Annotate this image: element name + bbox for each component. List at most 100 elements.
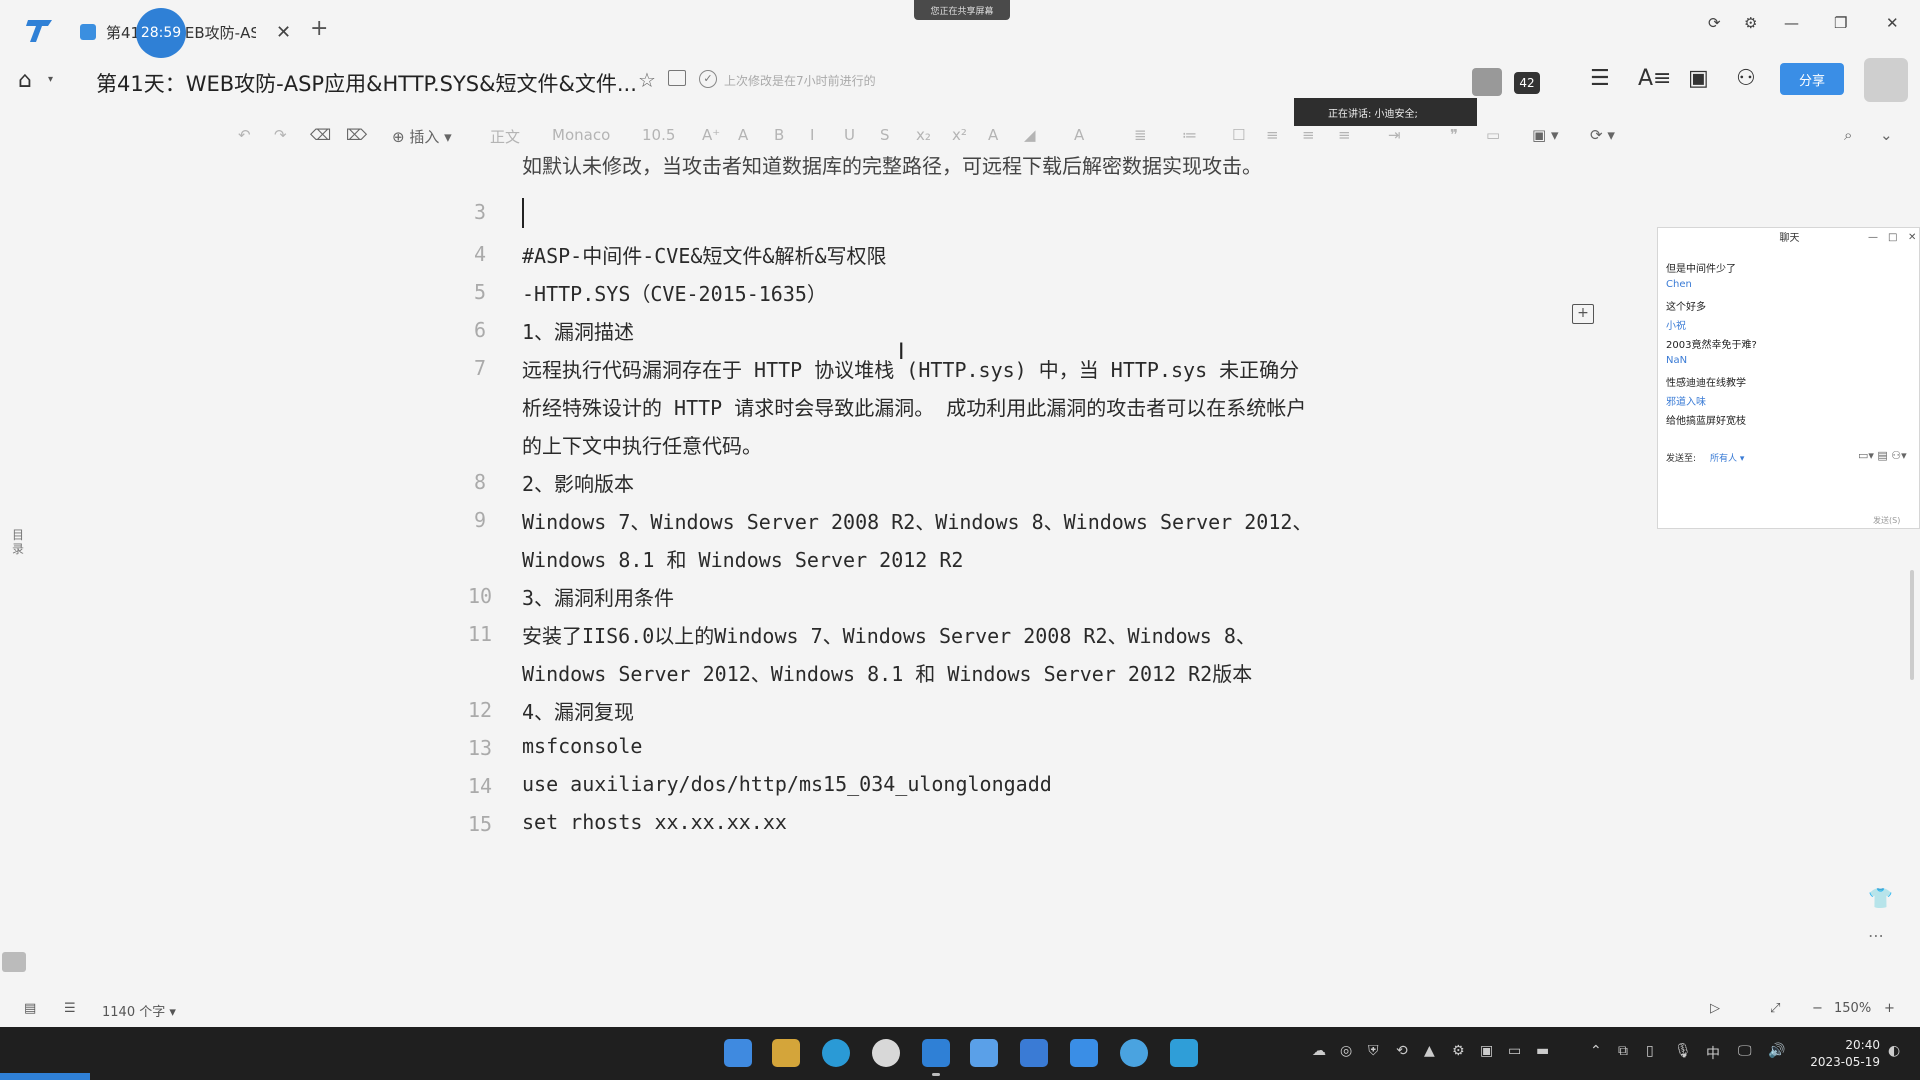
move-folder-icon[interactable]	[668, 70, 686, 86]
underline-icon[interactable]: U	[844, 126, 855, 144]
outline-icon[interactable]: ▤	[24, 1001, 36, 1016]
file-explorer-icon[interactable]	[772, 1039, 800, 1067]
share-button[interactable]: 分享	[1780, 63, 1844, 95]
page-view-icon[interactable]: ☰	[64, 1001, 76, 1016]
line-text[interactable]: set rhosts xx.xx.xx.xx	[522, 810, 787, 834]
edge-browser-icon[interactable]	[822, 1039, 850, 1067]
chat-tools-icon[interactable]: ▭▾ ▤ ⚇▾	[1858, 449, 1907, 462]
chat-minimize-button[interactable]: —	[1868, 232, 1878, 243]
tray-monitor-icon[interactable]: ▬	[1536, 1043, 1549, 1059]
strikethrough-icon[interactable]: S	[880, 126, 890, 144]
collapse-toolbar-icon[interactable]: ⌄	[1880, 126, 1893, 144]
indent-icon[interactable]: ⇥	[1388, 126, 1401, 144]
image-icon[interactable]: ▣ ▾	[1532, 126, 1558, 144]
clock-time[interactable]: 20:40	[1820, 1038, 1880, 1052]
send-to-select[interactable]: 所有人 ▾	[1710, 451, 1744, 464]
line-text[interactable]: use auxiliary/dos/http/ms15_034_ulonglon…	[522, 772, 1052, 796]
app-logo-icon[interactable]	[24, 16, 56, 44]
notes-app-icon[interactable]	[1170, 1039, 1198, 1067]
chrome-browser-icon[interactable]	[872, 1039, 900, 1067]
outline-toggle[interactable]: 目录	[12, 528, 24, 556]
collaborators-icon[interactable]: ⚇	[1736, 66, 1756, 91]
italic-icon[interactable]: I	[810, 126, 814, 144]
network-icon[interactable]: 🖵	[1738, 1043, 1752, 1059]
subscript-icon[interactable]: x₂	[916, 126, 931, 144]
panel-toggle-icon[interactable]	[2, 952, 26, 972]
text-format-icon[interactable]: A≡	[1638, 66, 1671, 91]
line-text[interactable]: Windows 8.1 和 Windows Server 2012 R2	[522, 544, 963, 573]
line-text[interactable]: 安装了IIS6.0以上的Windows 7、Windows Server 200…	[522, 620, 1256, 649]
tray-capture-icon[interactable]: ◎	[1340, 1043, 1352, 1059]
close-window-button[interactable]: ✕	[1886, 14, 1899, 32]
chat-window[interactable]: 聊天 — □ ✕ 但是中间件少了 Chen 这个好多 小祝 2003竟然幸免于难? NaN…	[1657, 227, 1920, 529]
scrollbar-thumb[interactable]	[1910, 570, 1914, 680]
zoom-out-button[interactable]: −	[1812, 1001, 1823, 1016]
checklist-icon[interactable]: ☐	[1232, 126, 1245, 144]
tray-expand-icon[interactable]: ⌃	[1590, 1043, 1602, 1059]
microphone-icon[interactable]: 🎙	[1674, 1043, 1692, 1059]
chevron-down-icon[interactable]: ▾	[48, 74, 53, 85]
tray-battery-icon[interactable]: ▯	[1646, 1043, 1654, 1059]
menu-icon[interactable]: ☰	[1590, 66, 1610, 91]
chat-send-button[interactable]: 发送(S)	[1873, 515, 1900, 526]
format-painter-icon[interactable]: ⌫	[310, 126, 331, 144]
bullet-list-icon[interactable]: ≣	[1134, 126, 1147, 144]
line-text[interactable]: 4、漏洞复现	[522, 696, 634, 725]
highlight-icon[interactable]: ◢	[1024, 126, 1036, 144]
line-text[interactable]: 的上下文中执行任意代码。	[522, 430, 762, 459]
comment-insert-icon[interactable]: ▭	[1486, 126, 1500, 144]
numbered-list-icon[interactable]: ≔	[1182, 126, 1197, 144]
more-icon[interactable]: ⋯	[1868, 926, 1884, 945]
start-menu-icon[interactable]	[724, 1039, 752, 1067]
font-family-select[interactable]: Monaco	[552, 126, 610, 144]
line-text[interactable]: 远程执行代码漏洞存在于 HTTP 协议堆栈 (HTTP.sys) 中，当 HTT…	[522, 354, 1299, 383]
add-comment-icon[interactable]: +	[1572, 304, 1594, 324]
minimize-button[interactable]: —	[1784, 14, 1799, 32]
tray-docs-icon[interactable]: ▣	[1480, 1043, 1493, 1059]
line-text[interactable]: Windows Server 2012、Windows 8.1 和 Window…	[522, 658, 1252, 687]
theme-icon[interactable]: 👕	[1868, 886, 1893, 910]
search-icon[interactable]: ⌕	[1844, 126, 1852, 144]
virtual-desktop-icon[interactable]	[970, 1039, 998, 1067]
undo-icon[interactable]: ↶	[238, 126, 251, 144]
document-editor[interactable]: 如默认未修改，当攻击者知道数据库的完整路径，可远程下载后解密数据实现攻击。 3 4…	[0, 156, 1920, 988]
user-avatar[interactable]	[1864, 58, 1908, 102]
tray-settings-icon[interactable]: ⚙	[1452, 1043, 1465, 1059]
plugin-icon[interactable]: ⟳ ▾	[1590, 126, 1615, 144]
home-icon[interactable]: ⌂	[18, 68, 32, 93]
docs-app-icon[interactable]	[922, 1039, 950, 1067]
insert-button[interactable]: ⊕ 插入 ▾	[392, 126, 452, 147]
clear-format-icon[interactable]: A	[1074, 126, 1084, 144]
eraser-icon[interactable]: ⌦	[346, 126, 367, 144]
screen-share-indicator[interactable]: 您正在共享屏幕	[914, 0, 1010, 20]
align-left-icon[interactable]: ≡	[1266, 126, 1279, 144]
align-right-icon[interactable]: ≡	[1338, 126, 1351, 144]
line-text[interactable]: Windows 7、Windows Server 2008 R2、Windows…	[522, 506, 1312, 535]
zoom-in-button[interactable]: +	[1884, 1001, 1895, 1016]
quote-icon[interactable]: ❞	[1450, 126, 1458, 144]
tray-sync-icon[interactable]: ⟲	[1396, 1043, 1408, 1059]
line-text[interactable]: -HTTP.SYS（CVE-2015-1635）	[522, 278, 827, 307]
line-text[interactable]: #ASP-中间件-CVE&短文件&解析&写权限	[522, 240, 887, 269]
line-text[interactable]: msfconsole	[522, 734, 642, 758]
new-tab-button[interactable]: +	[310, 16, 328, 41]
superscript-icon[interactable]: x²	[952, 126, 967, 144]
align-center-icon[interactable]: ≡	[1302, 126, 1315, 144]
meeting-app-icon[interactable]	[1120, 1039, 1148, 1067]
presentation-app-icon[interactable]	[1070, 1039, 1098, 1067]
tray-app-icon[interactable]: ▲	[1424, 1043, 1435, 1059]
tray-window-icon[interactable]: ⧉	[1618, 1043, 1628, 1059]
fullscreen-icon[interactable]: ⤢	[1770, 1001, 1780, 1016]
refresh-icon[interactable]: ⟳	[1708, 14, 1721, 32]
text-color-icon[interactable]: A	[988, 126, 998, 144]
participants[interactable]: 42	[1472, 68, 1542, 96]
chat-close-button[interactable]: ✕	[1908, 232, 1916, 243]
input-method[interactable]: 中	[1706, 1043, 1720, 1063]
line-text[interactable]: 析经特殊设计的 HTTP 请求时会导致此漏洞。 成功利用此漏洞的攻击者可以在系统…	[522, 392, 1306, 421]
settings-gear-icon[interactable]: ⚙	[1744, 14, 1757, 32]
clock-date[interactable]: 2023-05-19	[1800, 1055, 1880, 1069]
line-text[interactable]: 3、漏洞利用条件	[522, 582, 674, 611]
font-size-select[interactable]: 10.5	[642, 126, 675, 144]
document-title[interactable]: 第41天：WEB攻防-ASP应用&HTTP.SYS&短文件&文件...	[96, 68, 637, 98]
play-icon[interactable]: ▷	[1710, 1001, 1720, 1016]
